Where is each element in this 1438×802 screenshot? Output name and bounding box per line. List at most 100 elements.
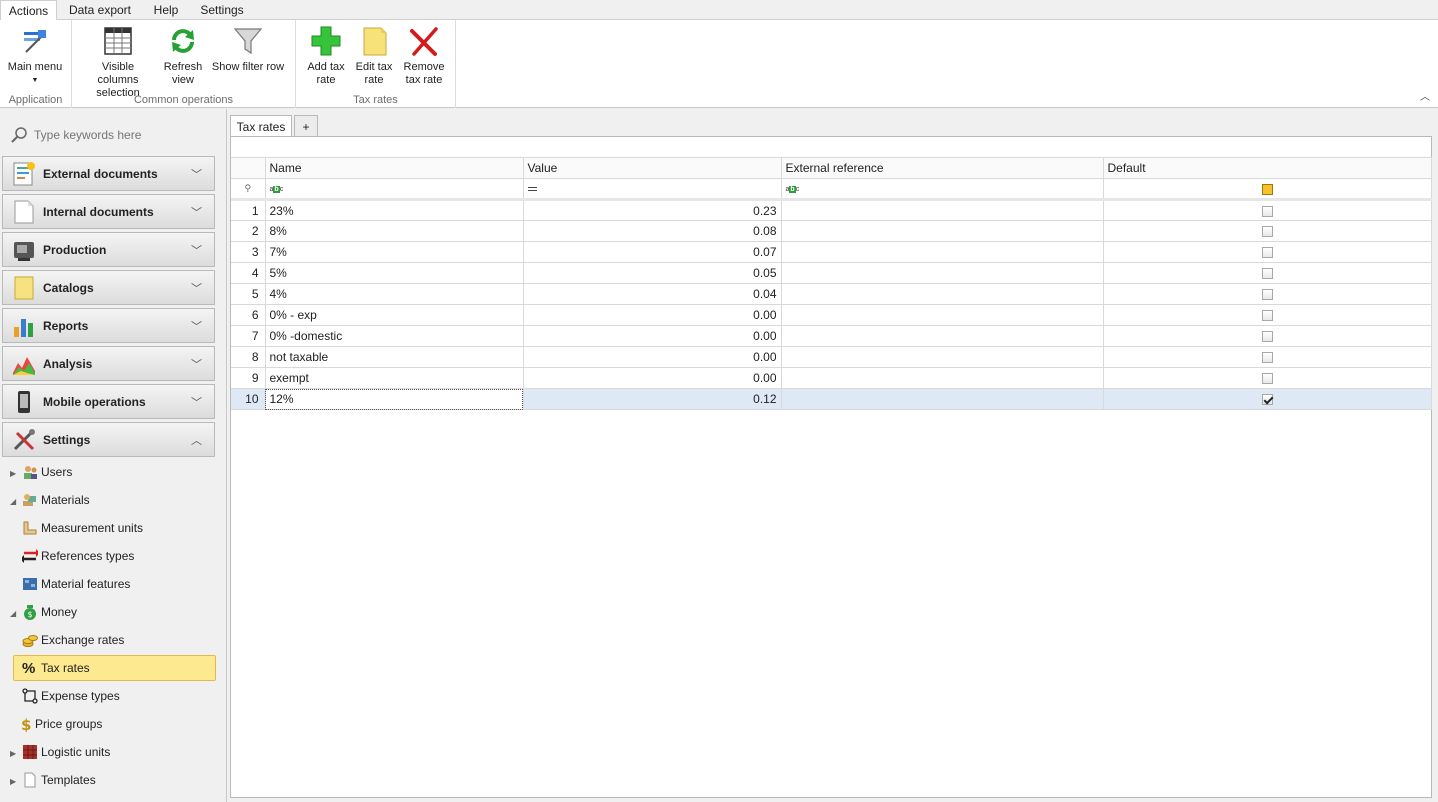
add-tab-button[interactable]: +: [294, 115, 318, 137]
nav-analysis[interactable]: Analysis ﹀: [2, 346, 215, 381]
table-row[interactable]: 10 12% 0.12: [231, 388, 1432, 410]
cell-default[interactable]: [1103, 262, 1432, 284]
default-checkbox[interactable]: [1261, 205, 1273, 217]
cell-default[interactable]: [1103, 220, 1432, 242]
expand-icon[interactable]: ▶: [10, 771, 20, 793]
nav-internal-documents[interactable]: Internal documents ﹀: [2, 194, 215, 229]
filter-cell-value[interactable]: [523, 178, 782, 201]
default-checkbox[interactable]: [1261, 247, 1273, 259]
visible-columns-button[interactable]: Visible columns selection: [80, 24, 156, 100]
cell-value[interactable]: 0.00: [523, 367, 782, 389]
default-checkbox[interactable]: [1261, 352, 1273, 364]
tree-item-materials[interactable]: ◢ Materials: [10, 489, 90, 511]
show-filter-row-button[interactable]: Show filter row: [210, 24, 286, 74]
filter-cell-name[interactable]: abc: [265, 178, 524, 201]
column-header-external-reference[interactable]: External reference: [781, 157, 1104, 179]
filter-cell-external-reference[interactable]: abc: [781, 178, 1104, 201]
tree-item-measurement-units[interactable]: Measurement units: [22, 517, 143, 539]
table-row[interactable]: 6 0% - exp 0.00: [231, 304, 1432, 326]
default-checkbox[interactable]: [1261, 268, 1273, 280]
nav-production[interactable]: Production ﹀: [2, 232, 215, 267]
cell-default[interactable]: [1103, 346, 1432, 368]
cell-external-reference[interactable]: [781, 346, 1104, 368]
main-menu-button[interactable]: Main menu ▼: [4, 24, 66, 87]
add-tax-rate-button[interactable]: Add tax rate: [304, 24, 348, 87]
edit-tax-rate-button[interactable]: Edit tax rate: [352, 24, 396, 87]
cell-default[interactable]: [1103, 304, 1432, 326]
filter-checkbox[interactable]: [1261, 183, 1273, 195]
filter-cell-default[interactable]: [1103, 178, 1432, 201]
collapse-ribbon-icon[interactable]: ︿: [1420, 88, 1430, 103]
table-row[interactable]: 3 7% 0.07: [231, 241, 1432, 263]
cell-value[interactable]: 0.05: [523, 262, 782, 284]
cell-external-reference[interactable]: [781, 283, 1104, 305]
default-checkbox[interactable]: [1261, 289, 1273, 301]
table-row[interactable]: 7 0% -domestic 0.00: [231, 325, 1432, 347]
table-row[interactable]: 9 exempt 0.00: [231, 367, 1432, 389]
cell-value[interactable]: 0.08: [523, 220, 782, 242]
cell-external-reference[interactable]: [781, 241, 1104, 263]
cell-name[interactable]: 8%: [265, 220, 524, 242]
collapse-icon[interactable]: ◢: [10, 603, 20, 625]
cell-default[interactable]: [1103, 325, 1432, 347]
cell-name[interactable]: 0% -domestic: [265, 325, 524, 347]
column-header-name[interactable]: Name: [265, 157, 524, 179]
nav-reports[interactable]: Reports ﹀: [2, 308, 215, 343]
column-header-value[interactable]: Value: [523, 157, 782, 179]
cell-value[interactable]: 0.04: [523, 283, 782, 305]
cell-name[interactable]: 5%: [265, 262, 524, 284]
table-row[interactable]: 5 4% 0.04: [231, 283, 1432, 305]
table-row[interactable]: 1 23% 0.23: [231, 199, 1432, 221]
default-checkbox[interactable]: [1261, 394, 1273, 406]
cell-default[interactable]: [1103, 388, 1432, 410]
cell-external-reference[interactable]: [781, 304, 1104, 326]
tree-item-users[interactable]: ▶ Users: [10, 461, 72, 483]
expand-icon[interactable]: ▶: [10, 743, 20, 765]
cell-name[interactable]: 12%: [265, 388, 524, 410]
cell-value[interactable]: 0.23: [523, 199, 782, 221]
collapse-icon[interactable]: ◢: [10, 491, 20, 513]
nav-settings[interactable]: Settings ︿: [2, 422, 215, 457]
tree-item-exchange-rates[interactable]: Exchange rates: [22, 629, 124, 651]
search-input[interactable]: [34, 125, 214, 145]
doc-tab-tax-rates[interactable]: Tax rates: [230, 115, 292, 137]
cell-external-reference[interactable]: [781, 367, 1104, 389]
cell-external-reference[interactable]: [781, 220, 1104, 242]
expand-icon[interactable]: ▶: [10, 463, 20, 485]
tab-settings[interactable]: Settings: [194, 0, 250, 20]
cell-name[interactable]: 4%: [265, 283, 524, 305]
nav-catalogs[interactable]: Catalogs ﹀: [2, 270, 215, 305]
tree-item-logistic-units[interactable]: ▶ Logistic units: [10, 741, 110, 763]
nav-external-documents[interactable]: External documents ﹀: [2, 156, 215, 191]
cell-value[interactable]: 0.07: [523, 241, 782, 263]
cell-value[interactable]: 0.00: [523, 304, 782, 326]
cell-name[interactable]: 23%: [265, 199, 524, 221]
cell-name[interactable]: exempt: [265, 367, 524, 389]
cell-external-reference[interactable]: [781, 325, 1104, 347]
remove-tax-rate-button[interactable]: Remove tax rate: [400, 24, 448, 87]
tab-data-export[interactable]: Data export: [62, 0, 138, 20]
tree-item-price-groups[interactable]: $ Price groups: [20, 713, 102, 735]
default-checkbox[interactable]: [1261, 331, 1273, 343]
column-header-default[interactable]: Default: [1103, 157, 1432, 179]
tab-actions[interactable]: Actions: [0, 0, 57, 21]
cell-value[interactable]: 0.00: [523, 325, 782, 347]
cell-name[interactable]: not taxable: [265, 346, 524, 368]
tree-item-material-features[interactable]: Material features: [22, 573, 130, 595]
cell-value[interactable]: 0.12: [523, 388, 782, 410]
tree-item-expense-types[interactable]: Expense types: [22, 685, 120, 707]
tree-item-tax-rates[interactable]: % Tax rates: [13, 655, 216, 681]
tree-item-references-types[interactable]: References types: [20, 545, 134, 567]
tab-help[interactable]: Help: [146, 0, 186, 20]
cell-default[interactable]: [1103, 283, 1432, 305]
table-row[interactable]: 4 5% 0.05: [231, 262, 1432, 284]
table-row[interactable]: 2 8% 0.08: [231, 220, 1432, 242]
default-checkbox[interactable]: [1261, 310, 1273, 322]
cell-default[interactable]: [1103, 199, 1432, 221]
default-checkbox[interactable]: [1261, 226, 1273, 238]
cell-external-reference[interactable]: [781, 199, 1104, 221]
cell-name[interactable]: 7%: [265, 241, 524, 263]
table-row[interactable]: 8 not taxable 0.00: [231, 346, 1432, 368]
tree-item-money[interactable]: ◢ $ Money: [10, 601, 77, 623]
cell-external-reference[interactable]: [781, 388, 1104, 410]
